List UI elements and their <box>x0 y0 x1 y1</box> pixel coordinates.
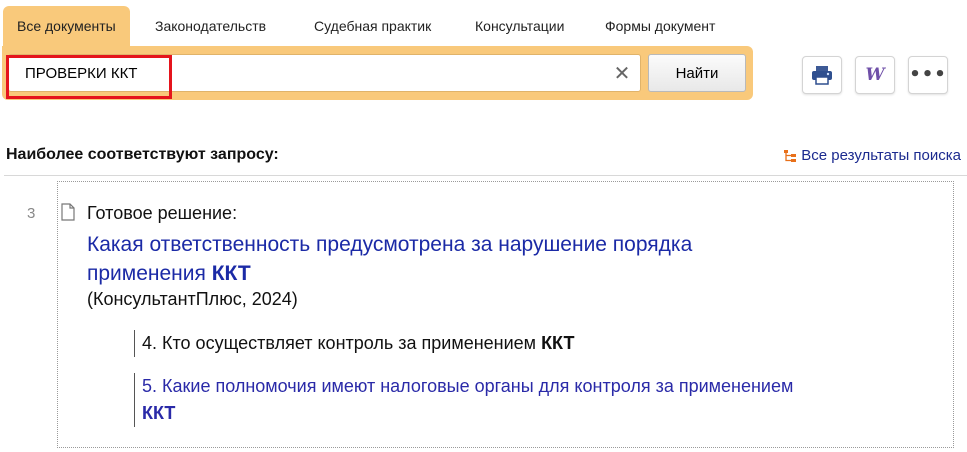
subitem-text: 5. Какие полномочия имеют налоговые орга… <box>142 376 794 396</box>
result-number: 3 <box>27 205 36 222</box>
all-results-link[interactable]: Все результаты поиска <box>783 147 961 164</box>
print-icon <box>812 66 832 85</box>
result-subitem: 4. Кто осуществляет контроль за применен… <box>134 330 574 357</box>
all-results-label: Все результаты поиска <box>801 147 961 164</box>
search-panel: ✕ Найти <box>2 46 753 100</box>
tab-all-documents[interactable]: Все документы <box>3 6 130 46</box>
result-title-link[interactable]: Какая ответственность предусмотрена за н… <box>87 230 787 288</box>
result-subitem-link[interactable]: 5. Какие полномочия имеют налоговые орга… <box>134 373 794 427</box>
divider <box>4 175 967 176</box>
result-source: (КонсультантПлюс, 2024) <box>87 289 298 309</box>
word-export-button[interactable]: W <box>855 56 895 94</box>
word-export-icon: W <box>865 65 885 85</box>
result-type: Готовое решение: <box>87 203 238 223</box>
tab-bar: Все документы Законодательств Судебная п… <box>0 6 760 46</box>
print-button[interactable] <box>802 56 842 94</box>
tab-judicial-practice[interactable]: Судебная практик <box>300 6 445 46</box>
close-icon[interactable]: ✕ <box>612 63 632 83</box>
tab-legislation[interactable]: Законодательств <box>141 6 280 46</box>
more-button[interactable]: ••• <box>908 56 948 94</box>
search-input[interactable] <box>9 55 609 91</box>
tree-icon <box>784 149 797 162</box>
results-heading: Наиболее соответствуют запросу: <box>6 146 279 163</box>
document-icon <box>61 203 75 221</box>
find-button[interactable]: Найти <box>648 54 746 92</box>
subitem-text: 4. Кто осуществляет контроль за применен… <box>142 333 542 353</box>
subitem-keyword: ККТ <box>142 403 176 423</box>
more-icon: ••• <box>909 64 947 85</box>
tab-consultations[interactable]: Консультации <box>461 6 578 46</box>
search-box: ✕ <box>8 54 641 92</box>
result-title-keyword: ККТ <box>211 262 251 285</box>
result-title-text: Какая ответственность предусмотрена за н… <box>87 233 693 285</box>
subitem-keyword: ККТ <box>541 333 575 353</box>
tab-document-forms[interactable]: Формы документ <box>591 6 729 46</box>
